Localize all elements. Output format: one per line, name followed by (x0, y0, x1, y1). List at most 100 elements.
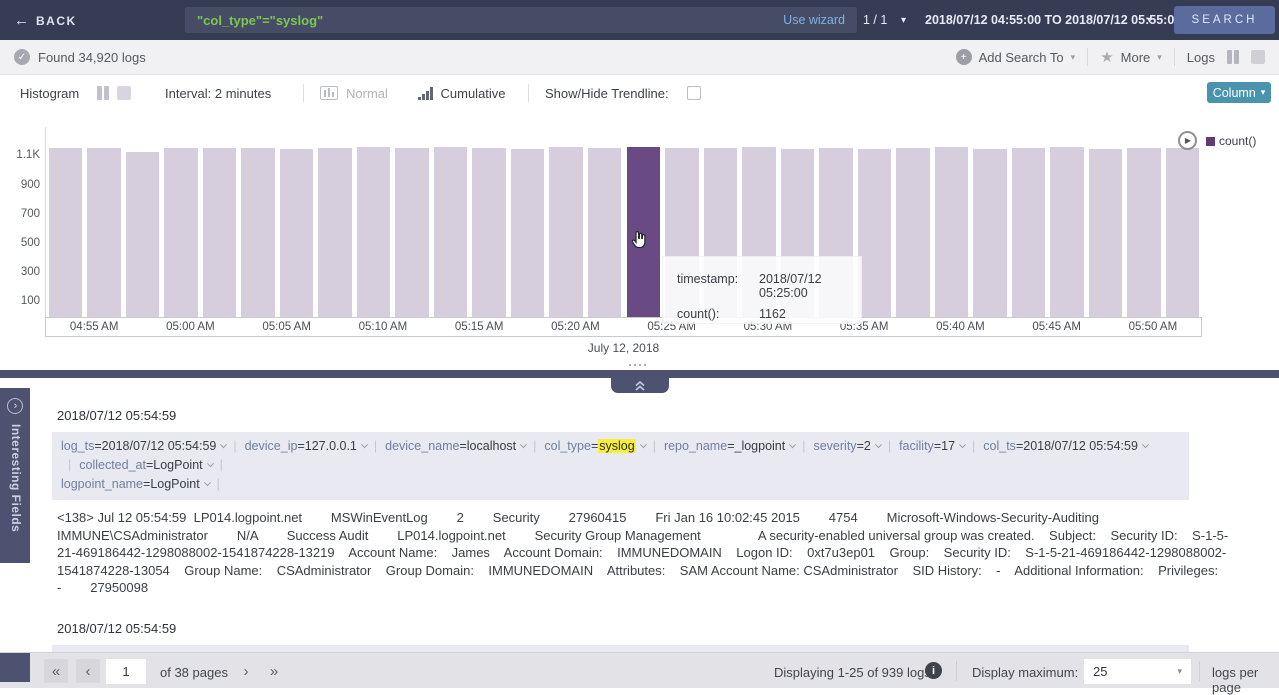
chevron-down-icon[interactable] (875, 441, 882, 448)
chevron-down-icon[interactable] (207, 460, 214, 467)
section-divider-bar[interactable] (0, 370, 1279, 378)
field-value[interactable]: =2018/07/12 05:54:59 (1016, 439, 1138, 453)
field-key[interactable]: severity (813, 439, 856, 453)
field-value[interactable]: =LogPoint (143, 477, 200, 491)
first-page-button[interactable]: « (44, 659, 68, 683)
chevron-down-icon[interactable] (1142, 441, 1149, 448)
log-message[interactable]: <138> Jul 12 05:54:59 LP014.logpoint.net… (57, 509, 1229, 597)
field-value[interactable]: =localhost (459, 439, 516, 453)
histogram-bar[interactable] (1166, 148, 1200, 317)
more-button[interactable]: ★ More ▾ (1100, 48, 1162, 66)
time-range-value[interactable]: 2018/07/12 04:55:00 TO 2018/07/12 05:55:… (925, 13, 1181, 27)
histogram-bar[interactable] (511, 149, 545, 317)
field-key[interactable]: device_name (385, 439, 459, 453)
histogram-bar[interactable] (858, 149, 892, 317)
grid-view-toggle-icon[interactable] (1251, 50, 1265, 64)
drag-handle-dots (629, 364, 646, 366)
histogram-bar[interactable] (935, 147, 969, 317)
histogram-bar[interactable] (241, 148, 275, 317)
histogram-bar[interactable] (203, 148, 237, 317)
log-field-tag[interactable]: collected_at=LogPoint (79, 458, 212, 472)
histogram-bar[interactable] (1012, 148, 1046, 317)
log-field-tag[interactable]: facility=17 (899, 439, 965, 453)
field-value[interactable]: =_logpoint (727, 439, 785, 453)
column-dropdown-button[interactable]: Column ▾ (1207, 82, 1271, 103)
histogram-bar[interactable] (896, 148, 930, 318)
collapse-histogram-button[interactable] (611, 378, 669, 393)
normal-mode-button[interactable]: Normal (320, 75, 388, 111)
chevron-down-icon[interactable] (520, 441, 527, 448)
log-field-tag[interactable]: device_name=localhost (385, 439, 526, 453)
chevron-down-icon[interactable] (361, 441, 368, 448)
play-circle-icon[interactable]: ▶ (1178, 131, 1197, 150)
histogram-bar[interactable] (280, 149, 314, 317)
histogram-bars-view-icon[interactable] (97, 86, 109, 100)
field-key[interactable]: device_ip (245, 439, 298, 453)
field-key[interactable]: facility (899, 439, 934, 453)
use-wizard-link[interactable]: Use wizard (783, 13, 845, 27)
prev-page-button[interactable]: ‹ (76, 659, 100, 683)
histogram-bar[interactable] (549, 147, 583, 317)
histogram-bar[interactable] (164, 148, 198, 317)
cumulative-mode-button[interactable]: Cumulative (418, 75, 506, 111)
chevron-down-icon[interactable] (789, 441, 796, 448)
log-field-tag[interactable]: device_ip=127.0.0.1 (245, 439, 367, 453)
histogram-bar[interactable] (357, 147, 391, 317)
trendline-checkbox[interactable] (687, 86, 701, 100)
histogram-bar[interactable] (434, 147, 468, 317)
chevron-down-icon: ▾ (1071, 52, 1076, 63)
tooltip-count-value: 1162 (759, 307, 847, 321)
histogram-bar[interactable] (1050, 147, 1084, 317)
double-chevron-up-icon (634, 381, 646, 391)
chevron-down-icon[interactable] (220, 441, 227, 448)
field-key[interactable]: col_ts (983, 439, 1016, 453)
histogram-bar[interactable] (1127, 148, 1161, 317)
field-value[interactable]: =syslog (591, 439, 636, 453)
chevron-down-icon: ▾ (1177, 666, 1182, 677)
histogram-bar[interactable] (588, 148, 622, 317)
histogram-bar[interactable] (126, 152, 160, 317)
field-key[interactable]: collected_at (79, 458, 146, 472)
log-field-tag[interactable]: severity=2 (813, 439, 880, 453)
search-query-input[interactable]: "col_type"="syslog" Use wizard (185, 7, 857, 33)
interesting-fields-panel-toggle[interactable]: › Interesting Fields (0, 388, 30, 563)
histogram-bar[interactable] (49, 148, 83, 317)
histogram-bar[interactable] (1089, 149, 1123, 317)
display-maximum-select[interactable]: 25 ▾ (1084, 659, 1191, 684)
chevron-down-icon[interactable] (959, 441, 966, 448)
field-value[interactable]: =17 (934, 439, 955, 453)
time-range-dropdown-icon[interactable]: ▾ (1147, 15, 1152, 26)
result-pages-dropdown-icon[interactable]: ▾ (901, 15, 906, 26)
field-value[interactable]: =127.0.0.1 (297, 439, 356, 453)
add-search-to-button[interactable]: + Add Search To ▾ (956, 49, 1076, 65)
log-field-tag[interactable]: repo_name=_logpoint (664, 439, 795, 453)
search-query-text[interactable]: "col_type"="syslog" (197, 13, 783, 28)
field-value[interactable]: =2 (857, 439, 871, 453)
field-key[interactable]: repo_name (664, 439, 727, 453)
search-button[interactable]: SEARCH (1174, 6, 1275, 34)
chevron-down-icon[interactable] (640, 441, 647, 448)
histogram-heatmap-view-icon[interactable] (117, 86, 131, 100)
log-field-tag[interactable]: log_ts=2018/07/12 05:54:59 (61, 439, 226, 453)
last-page-button[interactable]: » (262, 659, 286, 683)
histogram-bar[interactable] (395, 148, 429, 317)
histogram-bar[interactable] (973, 149, 1007, 317)
log-field-tag[interactable]: col_type=syslog (544, 439, 645, 453)
log-field-tag[interactable]: logpoint_name=LogPoint (61, 477, 210, 491)
log-field-tag[interactable]: col_ts=2018/07/12 05:54:59 (983, 439, 1148, 453)
field-value[interactable]: =2018/07/12 05:54:59 (94, 439, 216, 453)
info-icon[interactable]: i (925, 662, 942, 679)
histogram-bar[interactable] (472, 148, 506, 317)
field-value[interactable]: =LogPoint (146, 458, 203, 472)
page-number-input[interactable] (106, 659, 146, 684)
column-view-toggle-icon[interactable] (1227, 50, 1239, 64)
chevron-down-icon[interactable] (204, 479, 211, 486)
histogram-bar[interactable] (318, 148, 352, 318)
field-key[interactable]: col_type (544, 439, 591, 453)
field-key[interactable]: logpoint_name (61, 477, 143, 491)
histogram-bar[interactable] (87, 148, 121, 318)
back-button[interactable]: ← BACK (14, 12, 77, 29)
next-page-button[interactable]: › (234, 659, 258, 683)
field-key[interactable]: log_ts (61, 439, 94, 453)
legend-label: count() (1219, 134, 1256, 148)
